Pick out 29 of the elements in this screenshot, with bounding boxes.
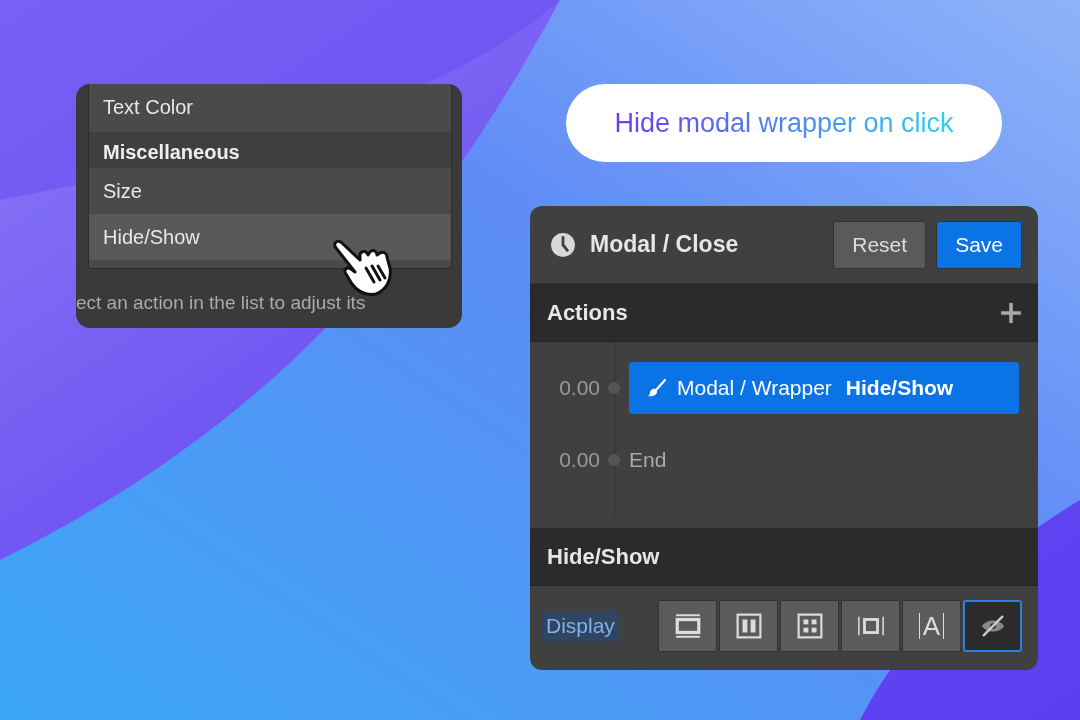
action-chip[interactable]: Modal / Wrapper Hide/Show [629,362,1019,414]
grid-icon [795,613,824,639]
action-target: Modal / Wrapper [677,376,832,400]
block-layout-icon [673,613,702,639]
display-option[interactable] [658,600,717,652]
display-option[interactable] [841,600,900,652]
menu-item[interactable]: Hide/Show [89,214,451,260]
display-option[interactable]: A [902,600,961,652]
time-label: 0.00 [558,376,600,400]
columns-icon [734,613,763,639]
section-title: Hide/Show [547,543,660,570]
plus-icon[interactable] [1000,301,1022,324]
brush-icon [647,378,667,398]
menu-group-header: Miscellaneous [89,132,451,168]
action-type: Hide/Show [845,376,954,400]
timeline-dot-icon [608,382,620,394]
display-option[interactable] [780,600,839,652]
time-label: 0.00 [558,448,600,472]
display-label: Display [542,611,619,641]
display-option[interactable] [963,600,1022,652]
timeline-dot-icon [608,454,620,466]
save-button[interactable]: Save [936,220,1022,269]
display-option[interactable] [719,600,778,652]
hint-text: ect an action in the list to adjust its [76,292,366,314]
panel-title: Modal / Close [590,231,740,258]
section-title: Actions [547,299,628,326]
clock-icon [550,231,576,258]
reset-button[interactable]: Reset [833,220,927,269]
end-label: End [629,448,667,472]
